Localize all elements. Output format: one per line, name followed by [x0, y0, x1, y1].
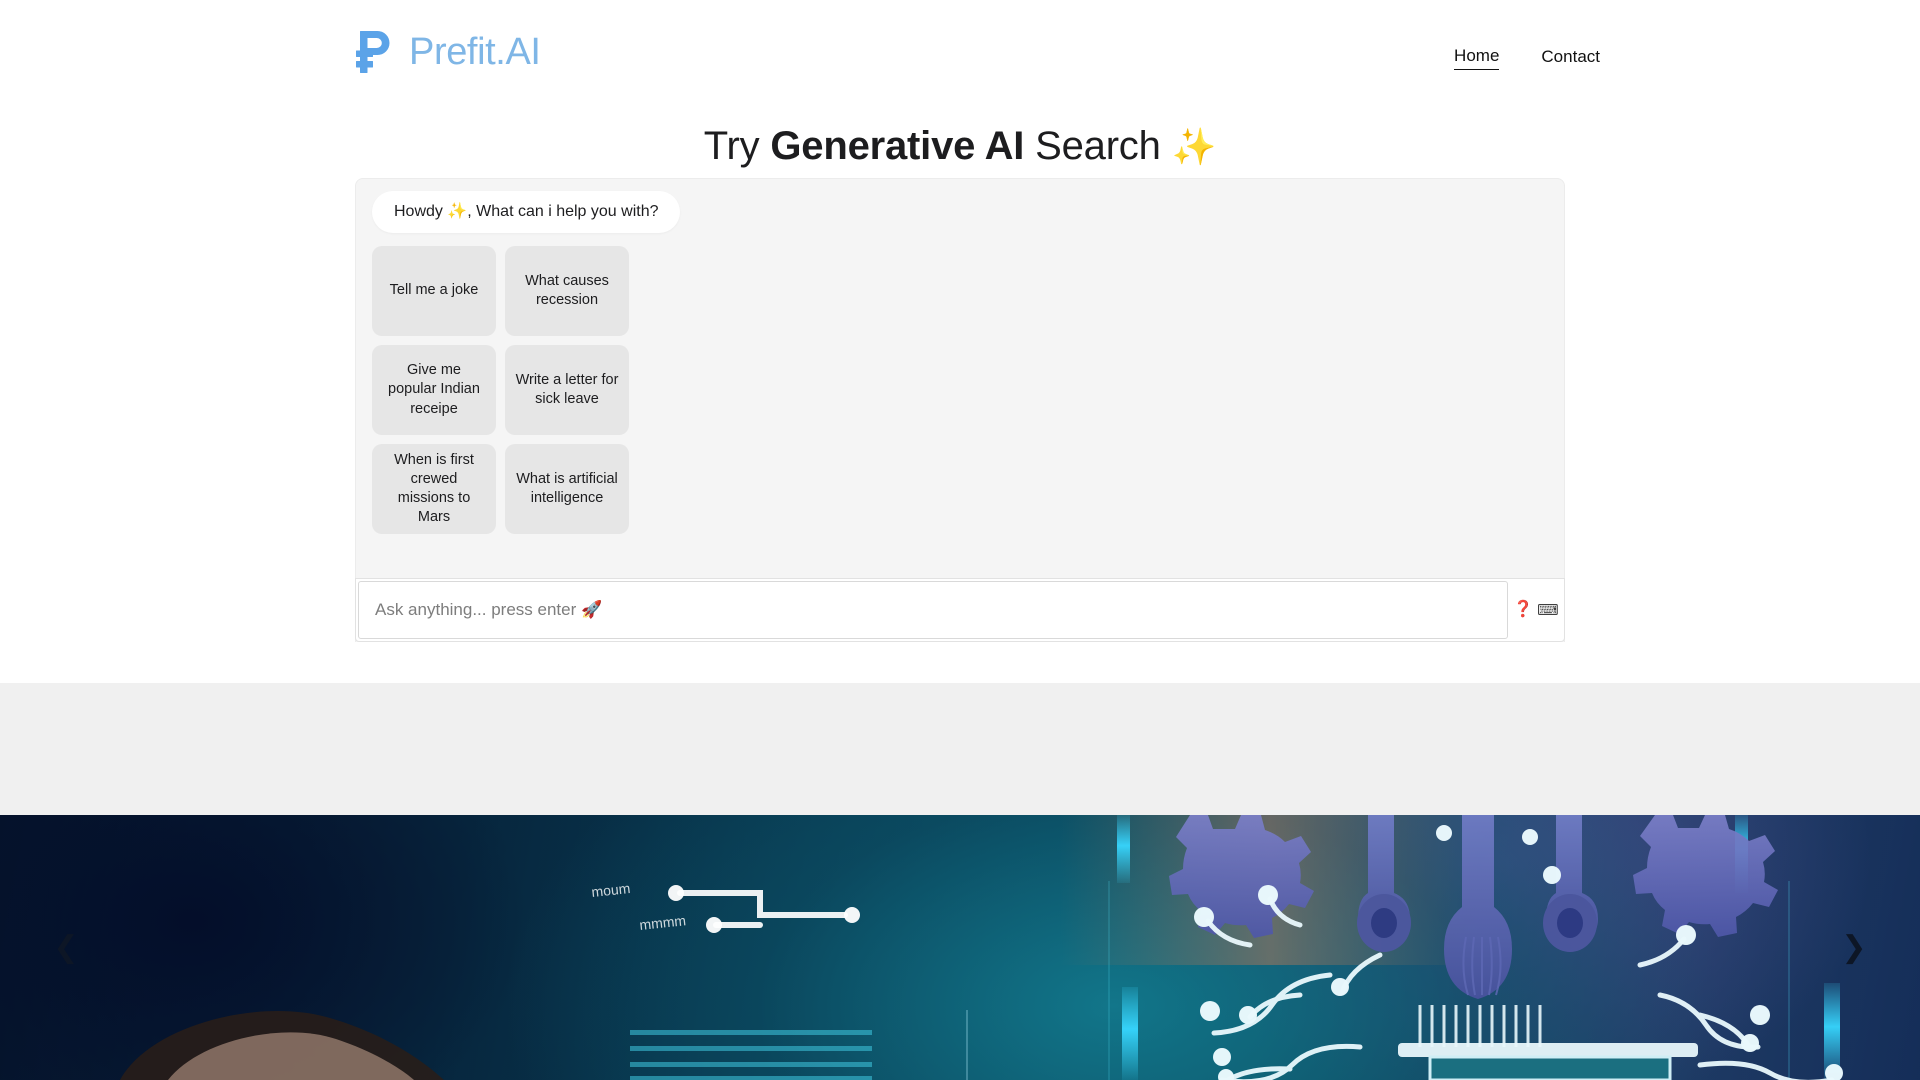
page-title-suffix: Search: [1024, 124, 1172, 168]
brand-logo[interactable]: Prefit.AI: [356, 28, 541, 76]
page-title: Try Generative AI Search ✨: [0, 124, 1920, 169]
chat-input[interactable]: [358, 581, 1508, 639]
keyboard-icon[interactable]: ⌨: [1537, 603, 1559, 618]
carousel-artwork-icon: moum mmmm: [120, 815, 1843, 1080]
suggestion-chip[interactable]: What is artificial intelligence: [505, 444, 629, 534]
page-title-prefix: Try: [703, 124, 771, 168]
brand-name: Prefit.AI: [409, 31, 541, 73]
question-mark-icon[interactable]: ❓: [1513, 602, 1533, 618]
content-spacer-band: [0, 683, 1920, 815]
chevron-right-icon: ❯: [1841, 930, 1867, 964]
page-root: Prefit.AI Home Contact Try Generative AI…: [0, 0, 1920, 1080]
suggestion-chip[interactable]: What causes recession: [505, 246, 629, 336]
suggestion-chip[interactable]: When is first crewed missions to Mars: [372, 444, 496, 534]
nav-link-home[interactable]: Home: [1454, 46, 1500, 71]
suggestion-chip[interactable]: Write a letter for sick leave: [505, 345, 629, 435]
chevron-left-icon: ❮: [53, 930, 79, 964]
nav-link-contact[interactable]: Contact: [1541, 47, 1600, 70]
sparkles-icon: ✨: [1171, 126, 1217, 167]
hero-carousel: moum mmmm ❮ ❯: [0, 815, 1920, 1080]
chat-composer: ❓ ⌨: [355, 578, 1565, 642]
assistant-greeting-message: Howdy ✨, What can i help you with?: [372, 191, 681, 233]
page-title-strong: Generative AI: [770, 124, 1025, 168]
carousel-prev-button[interactable]: ❮: [44, 926, 88, 970]
ruble-p-logo-icon: [356, 31, 390, 73]
suggestion-chip[interactable]: Tell me a joke: [372, 246, 496, 336]
chat-message-list[interactable]: Howdy ✨, What can i help you with? Tell …: [356, 179, 1564, 574]
suggestion-chip-grid: Tell me a joke What causes recession Giv…: [372, 246, 629, 534]
carousel-slide-image: moum mmmm: [0, 815, 1920, 1080]
carousel-next-button[interactable]: ❯: [1832, 926, 1876, 970]
chat-panel: Howdy ✨, What can i help you with? Tell …: [355, 178, 1565, 642]
main-nav: Home Contact: [1454, 46, 1600, 71]
suggestion-chip[interactable]: Give me popular Indian receipe: [372, 345, 496, 435]
svg-text:mmmm: mmmm: [639, 912, 687, 933]
svg-text:moum: moum: [591, 880, 631, 900]
composer-actions: ❓ ⌨: [1508, 579, 1564, 641]
site-header: Prefit.AI Home Contact: [0, 0, 1920, 120]
